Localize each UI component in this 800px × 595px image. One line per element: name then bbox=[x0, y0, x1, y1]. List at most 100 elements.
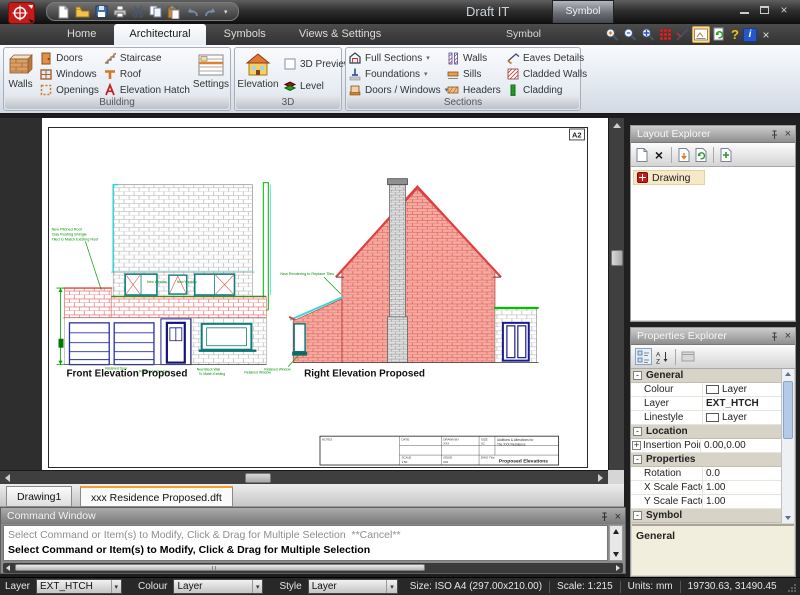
new-layout-icon[interactable] bbox=[635, 147, 649, 163]
pin-icon[interactable] bbox=[770, 332, 779, 342]
minimize-button[interactable] bbox=[734, 3, 754, 17]
3d-preview-checkbox[interactable]: 3D Preview bbox=[281, 56, 341, 72]
redo-icon[interactable] bbox=[204, 6, 218, 18]
sort-az-icon[interactable]: AZ bbox=[655, 350, 670, 364]
roof-button[interactable]: Roof bbox=[101, 66, 192, 82]
collapse-icon[interactable]: - bbox=[633, 455, 642, 464]
colour-dropdown[interactable]: Layer▾ bbox=[173, 579, 263, 594]
command-history[interactable]: Select Command or Item(s) to Modify, Cli… bbox=[3, 525, 608, 561]
panel-close-icon[interactable]: × bbox=[615, 509, 621, 525]
grid-snap-icon[interactable] bbox=[658, 27, 673, 42]
grid-scrollbar[interactable] bbox=[781, 369, 794, 523]
scroll-down-icon[interactable] bbox=[613, 552, 619, 557]
right-elevation[interactable]: New Rendering to Replace Tiles Retained … bbox=[264, 179, 538, 380]
undo-icon[interactable] bbox=[185, 6, 199, 18]
horizontal-scroll-thumb[interactable] bbox=[245, 473, 271, 483]
full-sections-button[interactable]: Full Sections▾ bbox=[346, 50, 444, 66]
scroll-right-icon[interactable] bbox=[616, 565, 620, 571]
close-button[interactable]: × bbox=[774, 3, 794, 17]
print-icon[interactable] bbox=[113, 5, 127, 18]
zoom-extents-icon[interactable] bbox=[640, 27, 656, 43]
tab-architectural[interactable]: Architectural bbox=[114, 24, 205, 45]
scroll-down-icon[interactable] bbox=[785, 516, 791, 520]
import-layout-icon[interactable] bbox=[677, 147, 691, 163]
tab-symbols[interactable]: Symbols bbox=[209, 24, 281, 45]
property-row[interactable]: +Insertion Point0.00,0.00 bbox=[631, 439, 782, 453]
sections-walls-button[interactable]: Walls bbox=[444, 50, 504, 66]
delete-layout-icon[interactable]: × bbox=[652, 147, 666, 163]
open-file-icon[interactable] bbox=[75, 5, 90, 18]
section-location[interactable]: -Location bbox=[631, 425, 782, 439]
scroll-up-icon[interactable] bbox=[613, 123, 621, 128]
ribbon-close-icon[interactable]: × bbox=[759, 28, 773, 42]
staircase-button[interactable]: Staircase bbox=[101, 50, 192, 66]
expand-icon[interactable]: + bbox=[632, 441, 641, 450]
floating-symbol-tab[interactable]: Symbol bbox=[552, 0, 614, 23]
paste-icon[interactable] bbox=[167, 5, 180, 19]
tab-views-settings[interactable]: Views & Settings bbox=[284, 24, 396, 45]
info-icon[interactable]: i bbox=[743, 28, 757, 42]
ortho-snap-icon[interactable] bbox=[675, 27, 690, 42]
canvas-vertical-scrollbar[interactable] bbox=[608, 118, 624, 484]
property-row[interactable]: Y Scale Factor1.00 bbox=[631, 495, 782, 509]
windows-button[interactable]: Windows bbox=[37, 66, 101, 82]
new-document-icon[interactable] bbox=[57, 5, 70, 19]
pin-icon[interactable] bbox=[600, 512, 609, 522]
property-row[interactable]: LayerEXT_HTCH bbox=[631, 397, 782, 411]
tab-home[interactable]: Home bbox=[52, 24, 111, 45]
panel-close-icon[interactable]: × bbox=[785, 328, 791, 345]
collapse-icon[interactable]: - bbox=[633, 371, 642, 380]
drawing-view-icon[interactable] bbox=[692, 26, 710, 43]
copy-icon[interactable] bbox=[149, 5, 162, 18]
drawing-sheet[interactable]: A2 bbox=[48, 127, 588, 468]
drawing-canvas[interactable]: A2 bbox=[42, 118, 608, 470]
panel-close-icon[interactable]: × bbox=[785, 126, 791, 143]
front-elevation[interactable]: New Pitched Roof Clay Roofing Shingle Ti… bbox=[52, 183, 272, 380]
doors-button[interactable]: Doors bbox=[37, 50, 101, 66]
foundations-button[interactable]: Foundations▾ bbox=[346, 66, 444, 82]
help-icon[interactable]: ? bbox=[729, 27, 741, 42]
update-layout-icon[interactable] bbox=[694, 147, 708, 163]
pin-icon[interactable] bbox=[770, 130, 779, 140]
grid-scroll-thumb[interactable] bbox=[783, 381, 793, 439]
categorized-view-icon[interactable] bbox=[635, 348, 652, 365]
level-button[interactable]: Level bbox=[281, 78, 341, 94]
collapse-icon[interactable]: - bbox=[633, 427, 642, 436]
cut-icon[interactable] bbox=[132, 5, 144, 18]
collapse-icon[interactable]: - bbox=[633, 511, 642, 520]
save-icon[interactable] bbox=[95, 5, 108, 18]
command-scroll-thumb[interactable] bbox=[15, 564, 425, 571]
style-dropdown[interactable]: Layer▾ bbox=[308, 579, 398, 594]
zoom-out-icon[interactable] bbox=[622, 27, 638, 43]
property-row[interactable]: LinestyleLayer bbox=[631, 411, 782, 425]
property-row[interactable]: Rotation0.0 bbox=[631, 467, 782, 481]
sills-button[interactable]: Sills bbox=[444, 66, 504, 82]
qat-customize-icon[interactable]: ▾ bbox=[224, 8, 228, 16]
command-horizontal-scrollbar[interactable] bbox=[3, 563, 623, 573]
eaves-details-button[interactable]: Eaves Details bbox=[504, 50, 580, 66]
layout-item-drawing[interactable]: Drawing bbox=[633, 170, 705, 185]
vertical-scroll-thumb[interactable] bbox=[611, 250, 623, 266]
maximize-button[interactable] bbox=[754, 3, 774, 17]
layer-dropdown[interactable]: EXT_HTCH▾ bbox=[36, 579, 122, 594]
scroll-up-icon[interactable] bbox=[785, 372, 791, 376]
app-icon[interactable] bbox=[8, 2, 36, 25]
scroll-up-icon[interactable] bbox=[613, 529, 619, 534]
property-row[interactable]: X Scale Factor1.00 bbox=[631, 481, 782, 495]
scroll-right-icon[interactable] bbox=[598, 474, 603, 482]
section-properties[interactable]: -Properties bbox=[631, 453, 782, 467]
refresh-icon[interactable] bbox=[712, 27, 727, 42]
property-row[interactable]: ColourLayer bbox=[631, 383, 782, 397]
doc-tab-drawing1[interactable]: Drawing1 bbox=[6, 486, 72, 507]
copy-layout-icon[interactable] bbox=[719, 147, 733, 163]
cladded-walls-button[interactable]: Cladded Walls bbox=[504, 66, 580, 82]
section-general[interactable]: -General bbox=[631, 369, 782, 383]
canvas-horizontal-scrollbar[interactable] bbox=[0, 470, 608, 484]
resize-grip[interactable] bbox=[787, 582, 797, 592]
zoom-in-icon[interactable] bbox=[604, 27, 620, 43]
command-vertical-scrollbar[interactable] bbox=[609, 525, 623, 561]
section-symbol[interactable]: -Symbol bbox=[631, 509, 782, 523]
scroll-left-icon[interactable] bbox=[5, 474, 10, 482]
doc-tab-residence[interactable]: xxx Residence Proposed.dft bbox=[80, 486, 233, 507]
scroll-left-icon[interactable] bbox=[6, 565, 10, 571]
